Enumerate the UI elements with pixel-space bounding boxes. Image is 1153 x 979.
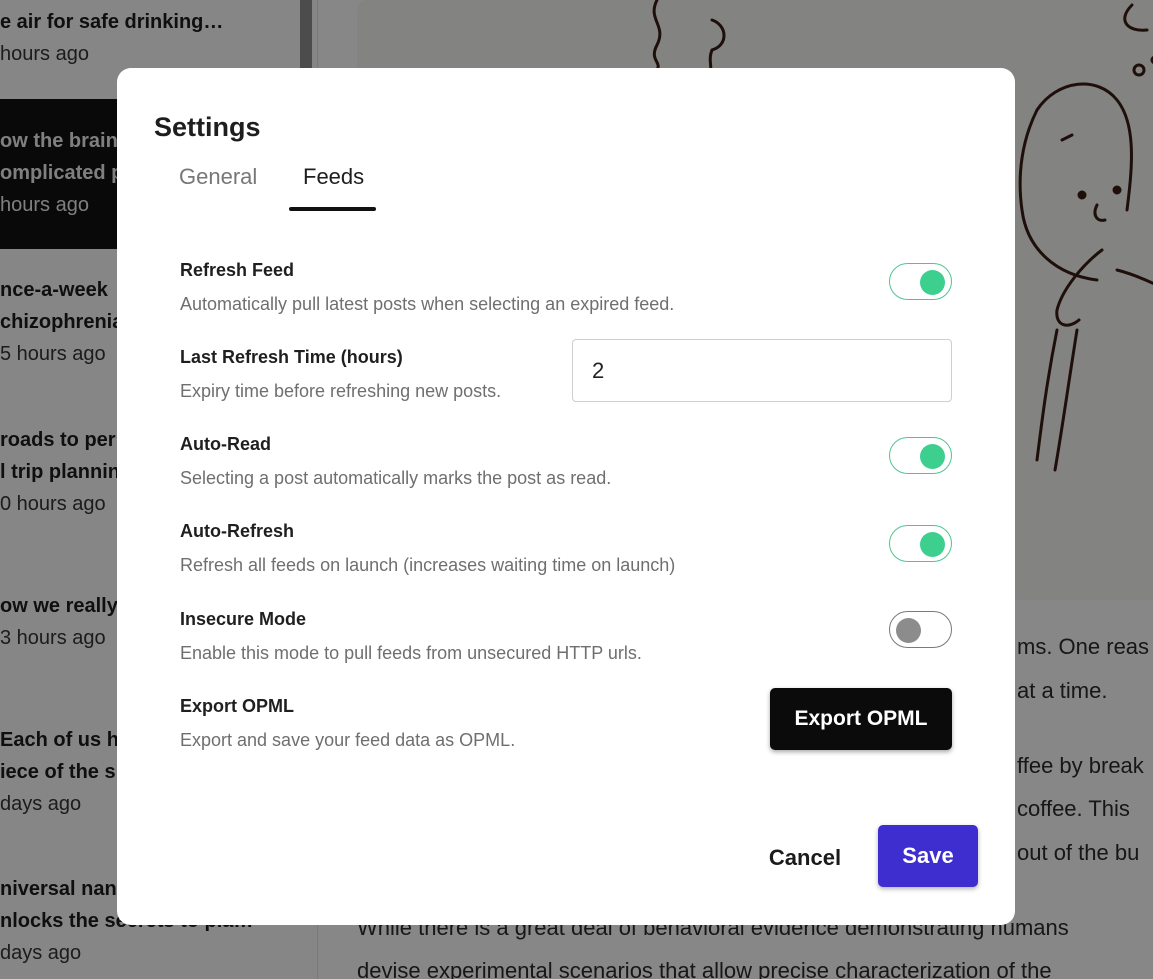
setting-label: Export OPML [180,696,295,716]
setting-export-opml: Export OPML Export and save your feed da… [180,688,952,766]
setting-label: Insecure Mode [180,609,307,629]
setting-label: Auto-Read [180,434,271,454]
toggle-knob [920,444,945,469]
setting-label: Last Refresh Time (hours) [180,347,403,367]
toggle-knob [920,532,945,557]
setting-description: Export and save your feed data as OPML. [180,730,516,750]
tab-general[interactable]: General [179,164,257,190]
setting-auto-read: Auto-Read Selecting a post automatically… [180,434,952,504]
save-button[interactable]: Save [878,825,978,887]
toggle-knob [920,270,945,295]
settings-dialog: Settings General Feeds Refresh Feed Auto… [117,68,1015,925]
auto-read-toggle[interactable] [889,437,952,474]
dialog-title: Settings [154,112,261,142]
setting-description: Automatically pull latest posts when sel… [180,294,675,314]
cancel-button[interactable]: Cancel [753,838,857,878]
setting-insecure-mode: Insecure Mode Enable this mode to pull f… [180,609,952,679]
setting-description: Enable this mode to pull feeds from unse… [180,643,642,663]
setting-label: Refresh Feed [180,260,295,280]
auto-refresh-toggle[interactable] [889,525,952,562]
tab-feeds[interactable]: Feeds [303,164,364,190]
setting-refresh-feed: Refresh Feed Automatically pull latest p… [180,260,952,330]
setting-label: Auto-Refresh [180,521,295,541]
export-opml-button[interactable]: Export OPML [770,688,952,750]
setting-last-refresh-time: Last Refresh Time (hours) Expiry time be… [180,339,952,417]
setting-auto-refresh: Auto-Refresh Refresh all feeds on launch… [180,521,952,591]
refresh-feed-toggle[interactable] [889,263,952,300]
setting-description: Selecting a post automatically marks the… [180,468,612,488]
insecure-mode-toggle[interactable] [889,611,952,648]
setting-description: Expiry time before refreshing new posts. [180,381,502,401]
refresh-time-input[interactable] [572,339,952,402]
toggle-knob [896,618,921,643]
active-tab-indicator [289,207,376,211]
setting-description: Refresh all feeds on launch (increases w… [180,555,676,575]
